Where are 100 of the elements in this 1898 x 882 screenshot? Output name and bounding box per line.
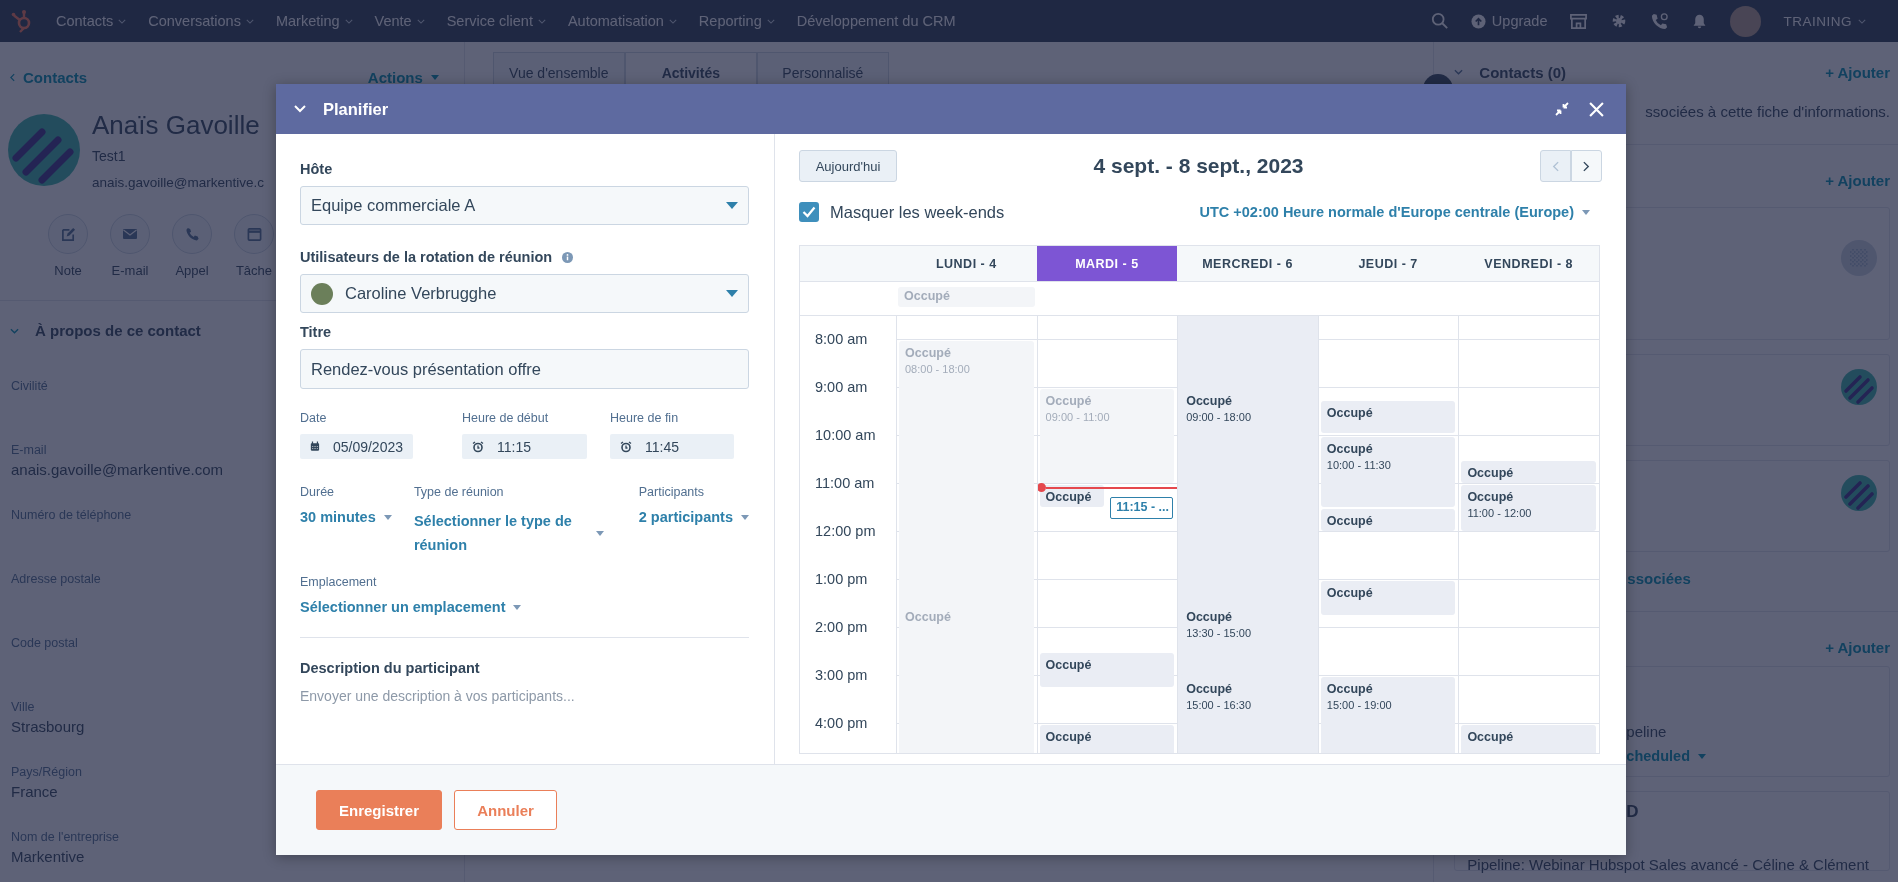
field-label: Durée	[300, 485, 336, 499]
date-input[interactable]: 05/09/2023	[300, 434, 413, 459]
event-time: 15:00 - 19:00	[1326, 699, 1393, 711]
duration-dropdown[interactable]: 30 minutes	[300, 509, 414, 525]
event-title: Occupé	[1045, 394, 1093, 408]
field-label: Heure de fin	[610, 411, 680, 425]
checkbox-label: Masquer les week-ends	[830, 202, 1005, 222]
host-select[interactable]: Equipe commerciale A	[300, 186, 749, 225]
event-time: 09:00 - 11:00	[1045, 411, 1111, 423]
hour-label: 8:00 am	[815, 331, 868, 347]
card-text: peline	[1626, 723, 1668, 740]
hour-label: 3:00 pm	[815, 667, 868, 683]
caret-icon	[741, 514, 749, 520]
event-title: Occupé	[1326, 514, 1374, 528]
location-dropdown[interactable]: Sélectionner un emplacement	[300, 599, 522, 615]
hour-label: 1:00 pm	[815, 571, 868, 587]
title-input[interactable]: Rendez-vous présentation offre	[300, 349, 749, 389]
busy-event[interactable]: Occupé 11:00 - 12:00	[1461, 485, 1596, 531]
field-label: Date	[300, 411, 328, 425]
busy-event[interactable]: Occupé	[1461, 725, 1596, 753]
quick-action-label: Tâche	[235, 263, 273, 278]
chevron-right-icon	[1583, 160, 1590, 172]
next-week-button[interactable]	[1571, 150, 1602, 182]
meeting-type-dropdown[interactable]: Sélectionner le type de réunion	[413, 509, 614, 557]
day-header[interactable]: VENDREDI - 8	[1458, 246, 1599, 282]
checkbox[interactable]	[799, 202, 819, 222]
start-time-input[interactable]: 11:15	[462, 434, 587, 459]
end-time-input[interactable]: 11:45	[610, 434, 734, 459]
event-title: Occupé	[1045, 730, 1093, 744]
event-title: Occupé	[1045, 658, 1093, 672]
event-time: 13:30 - 15:00	[1186, 627, 1253, 639]
save-button[interactable]: Enregistrer	[316, 790, 442, 830]
card-title: D	[1625, 802, 1640, 822]
hour-label: 12:00 pm	[815, 523, 876, 539]
minimize-icon[interactable]	[1555, 102, 1569, 116]
chevron-icon	[294, 105, 306, 113]
busy-event[interactable]: Occupé	[1320, 581, 1456, 615]
day-header[interactable]: MARDI - 5	[1036, 246, 1178, 282]
caret-icon	[726, 202, 738, 209]
quick-action-label: Appel	[175, 263, 209, 278]
section-description: ssociées à cette fiche d'informations.	[1645, 103, 1890, 120]
participants-dropdown[interactable]: 2 participants	[638, 509, 749, 525]
hour-label: 9:00 am	[815, 379, 868, 395]
alarm-clock-icon	[620, 440, 632, 453]
dialog-title-toggle[interactable]: Planifier	[294, 99, 389, 119]
close-icon[interactable]	[1589, 101, 1604, 117]
quick-action-label: E-mail	[111, 263, 149, 278]
event-title: Occupé	[1326, 586, 1374, 600]
event-title: Occupé	[1186, 394, 1234, 408]
event-title: Occupé	[1326, 406, 1374, 420]
hour-label: 10:00 am	[815, 427, 876, 443]
avatar-icon	[311, 282, 333, 305]
day-header[interactable]: MERCREDI - 6	[1177, 246, 1318, 282]
busy-event[interactable]: Occupé	[1461, 461, 1596, 483]
busy-event[interactable]: Occupé	[1320, 401, 1456, 433]
field-label: Description du participant	[300, 660, 480, 676]
event-title: Occupé	[1467, 490, 1515, 504]
property-value: anais.gavoille@markentive.com	[11, 461, 223, 478]
event-time: 10:00 - 11:30	[1326, 459, 1392, 471]
busy-event[interactable]: Occupé 10:00 - 11:30	[1320, 437, 1456, 507]
card-text: Pipeline: Webinar Hubspot Sales avancé - Céline & Clément	[1467, 856, 1869, 873]
event-time: 09:00 - 18:00	[1186, 411, 1253, 423]
chevron-left-icon	[1552, 160, 1559, 172]
day-header[interactable]: LUNDI - 4	[896, 246, 1037, 282]
new-meeting-event[interactable]: 11:15 - ...	[1110, 497, 1174, 519]
event-title: Occupé	[1467, 730, 1515, 744]
contact-name: Anaïs Gavoille	[92, 110, 261, 141]
event-title: Occupé	[1045, 490, 1093, 504]
busy-event[interactable]: Occupé	[1039, 653, 1175, 687]
today-button[interactable]: Aujourd'hui	[799, 150, 897, 182]
date-range-title: 4 sept. - 8 sept., 2023	[1093, 154, 1304, 178]
busy-event[interactable]: Occupé	[1320, 509, 1456, 531]
caret-icon	[726, 290, 738, 297]
calendar-icon	[310, 441, 320, 452]
event-title: Occupé	[1326, 442, 1374, 456]
cancel-button[interactable]: Annuler	[454, 790, 557, 830]
property-value: Strasbourg	[11, 718, 85, 735]
hour-label: 4:00 pm	[815, 715, 868, 731]
event-title: Occupé	[905, 346, 952, 360]
timezone-dropdown[interactable]: UTC +02:00 Heure normale d'Europe centrale (Europe)	[1199, 204, 1590, 220]
day-header[interactable]: JEUDI - 7	[1317, 246, 1459, 282]
event-title: Occupé	[1186, 682, 1234, 696]
event-title: Occupé	[1467, 466, 1515, 480]
event-title: Occupé	[1326, 682, 1374, 696]
users-select[interactable]: Caroline Verbrugghe	[300, 274, 749, 313]
hour-label: 11:00 am	[815, 475, 875, 491]
event-time: 15:00 - 16:30	[1186, 699, 1253, 711]
contact-subtitle: Test1	[92, 148, 127, 164]
alarm-clock-icon	[472, 440, 484, 453]
quick-action-label: Note	[54, 263, 82, 278]
caret-icon	[1582, 209, 1590, 215]
caret-icon	[595, 530, 604, 536]
field-label: Participants	[638, 485, 706, 499]
caret-icon	[513, 604, 522, 610]
info-icon[interactable]	[562, 251, 574, 263]
event-time: 11:00 - 12:00	[1467, 507, 1533, 519]
busy-event[interactable]: Occupé	[1039, 725, 1175, 753]
hour-label: 2:00 pm	[815, 619, 868, 635]
property-value: Markentive	[11, 848, 85, 865]
busy-event[interactable]: Occupé 15:00 - 19:00	[1320, 677, 1456, 753]
